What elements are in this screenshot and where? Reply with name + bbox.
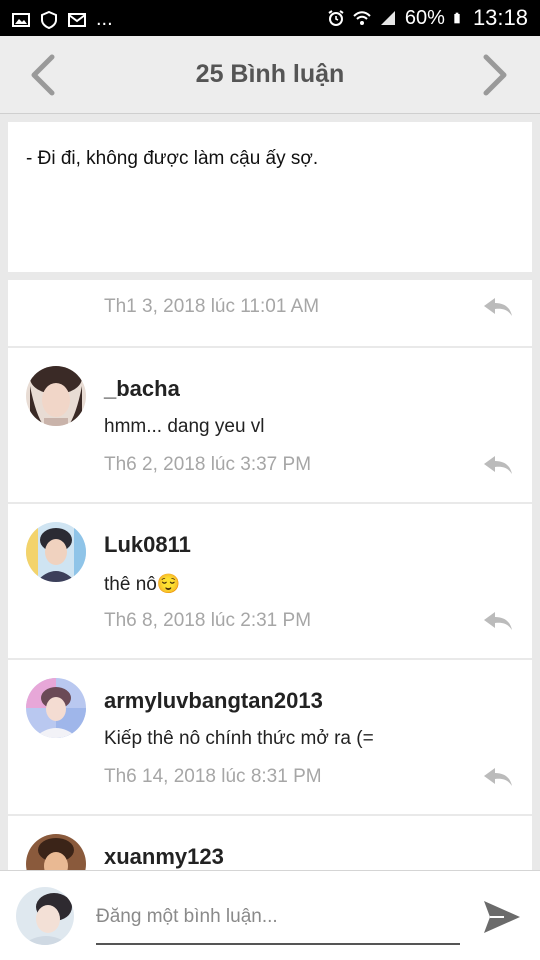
reply-icon[interactable]: [482, 766, 514, 788]
comment-item: Luk0811 thê nô😌 Th6 8, 2018 lúc 2:31 PM: [8, 504, 532, 658]
more-notifications: ...: [96, 8, 113, 30]
quoted-text: - Đi đi, không được làm cậu ấy sợ.: [26, 148, 319, 169]
avatar[interactable]: [26, 366, 86, 426]
reply-icon[interactable]: [482, 610, 514, 632]
comment-item: armyluvbangtan2013 Kiếp thê nô chính thứ…: [8, 660, 532, 814]
comment-text: hmm... dang yeu vl: [104, 416, 265, 437]
battery-percent: 60%: [404, 6, 445, 29]
comment-timestamp: Th1 3, 2018 lúc 11:01 AM: [104, 296, 320, 317]
page-title: 25 Bình luận: [195, 60, 345, 88]
clock: 13:18: [472, 5, 528, 30]
battery-icon: [454, 12, 460, 24]
signal-icon: [380, 11, 395, 25]
system-indicators: 60% 13:18: [327, 4, 528, 32]
reply-icon[interactable]: [482, 296, 514, 318]
alarm-icon: [328, 10, 344, 26]
header: 25 Bình luận: [0, 36, 540, 114]
comment-timestamp: Th6 2, 2018 lúc 3:37 PM: [104, 454, 312, 475]
current-user-avatar: [16, 887, 74, 945]
comment-input[interactable]: [96, 897, 460, 945]
comment-item: _bacha hmm... dang yeu vl Th6 2, 2018 lú…: [8, 348, 532, 502]
mail-icon: [68, 12, 86, 27]
chevron-right-icon[interactable]: [478, 54, 514, 96]
wifi-icon: [353, 11, 371, 25]
status-bar: ... 60% 13:18: [0, 0, 540, 36]
comment-list[interactable]: Th1 3, 2018 lúc 11:01 AM _bacha hmm... d…: [8, 280, 532, 870]
comment-timestamp: Th6 14, 2018 lúc 8:31 PM: [104, 766, 322, 787]
comment-text: Kiếp thê nô chính thức mở ra (=: [104, 728, 374, 749]
notification-icons: ...: [12, 8, 113, 31]
shield-icon: [41, 10, 57, 29]
avatar[interactable]: [26, 834, 86, 870]
comment-username[interactable]: _bacha: [104, 376, 180, 402]
quoted-paragraph: - Đi đi, không được làm cậu ấy sợ.: [8, 122, 532, 272]
comment-username[interactable]: armyluvbangtan2013: [104, 688, 323, 714]
comment-username[interactable]: Luk0811: [104, 532, 191, 558]
comment-composer: [0, 870, 540, 960]
comment-text: thê nô😌: [104, 574, 181, 595]
avatar[interactable]: [26, 522, 86, 582]
reply-icon[interactable]: [482, 454, 514, 476]
avatar[interactable]: [26, 678, 86, 738]
comment-item-partial: Th1 3, 2018 lúc 11:01 AM: [8, 280, 532, 346]
send-icon[interactable]: [482, 897, 522, 937]
comment-timestamp: Th6 8, 2018 lúc 2:31 PM: [104, 610, 312, 631]
comment-username[interactable]: xuanmy123: [104, 844, 224, 870]
image-notification-icon: [12, 12, 30, 27]
comment-item: xuanmy123: [8, 816, 532, 870]
